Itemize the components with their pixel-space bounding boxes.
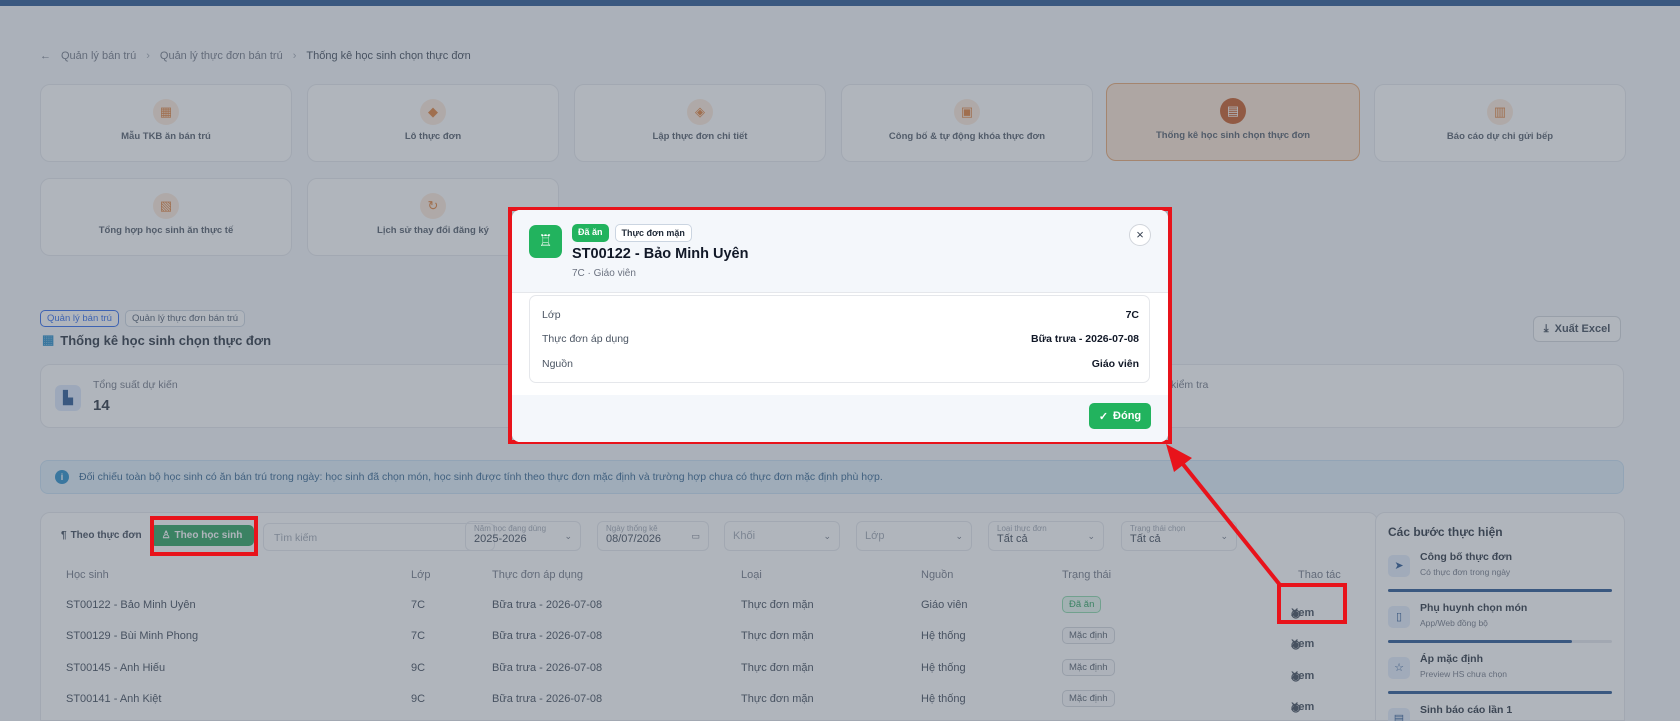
check-icon: ✓: [1098, 410, 1109, 423]
status-badge: Đã ăn: [572, 224, 609, 242]
detail-key: Thực đơn áp dụng: [542, 333, 629, 345]
type-badge: Thực đơn mặn: [614, 224, 692, 242]
student-detail-modal: ♖ Đã ăn Thực đơn mặn ST00122 - Bảo Minh …: [512, 210, 1168, 442]
modal-footer: ✓ Đóng: [512, 395, 1168, 442]
detail-value: 7C: [1125, 309, 1139, 321]
detail-key: Lớp: [542, 309, 561, 321]
close-label: Đóng: [1113, 410, 1142, 422]
modal-header: ♖ Đã ăn Thực đơn mặn ST00122 - Bảo Minh …: [512, 210, 1168, 293]
modal-title: ST00122 - Bảo Minh Uyên: [572, 246, 749, 262]
chef-icon: ♖: [529, 225, 562, 258]
detail-value: Giáo viên: [1091, 358, 1139, 370]
modal-badges: Đã ăn Thực đơn mặn: [572, 224, 692, 242]
detail-value: Bữa trưa - 2026-07-08: [1030, 333, 1139, 345]
modal-subtitle: 7C · Giáo viên: [572, 268, 636, 279]
modal-details: Lớp 7C Thực đơn áp dụng Bữa trưa - 2026-…: [529, 295, 1150, 383]
close-icon[interactable]: ×: [1129, 224, 1151, 246]
close-button[interactable]: ✓ Đóng: [1089, 403, 1151, 429]
detail-key: Nguồn: [542, 358, 573, 370]
